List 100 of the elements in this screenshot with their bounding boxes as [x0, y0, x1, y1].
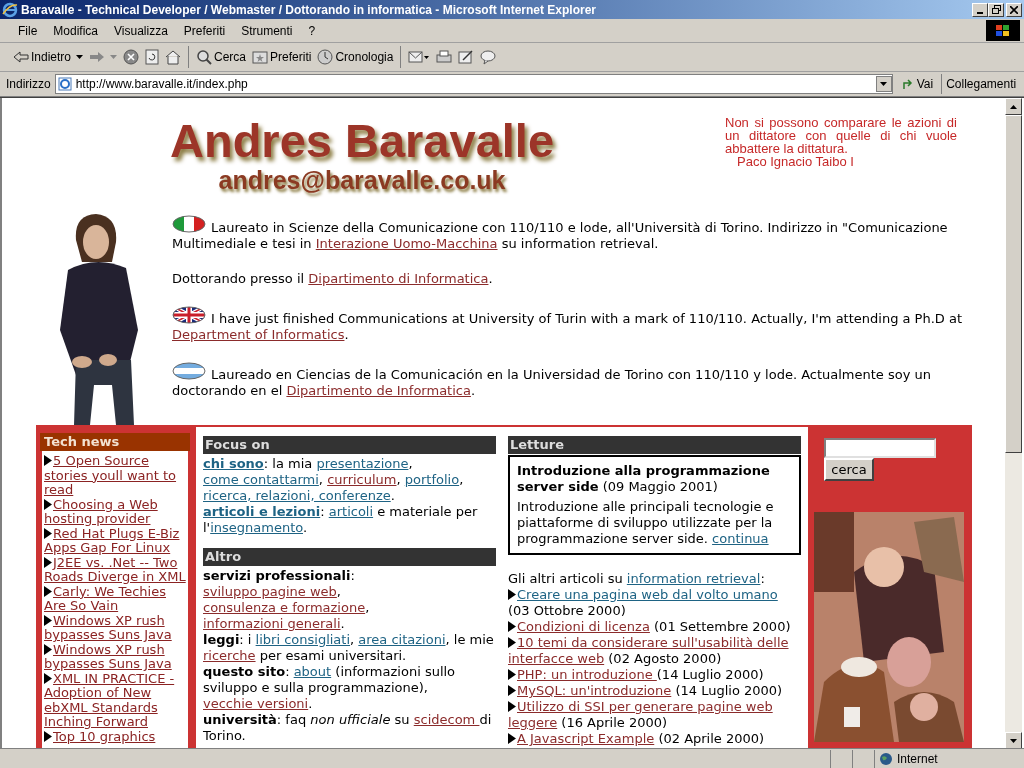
article-link[interactable]: Condizioni di licenza (01 Settembre 2000)	[508, 619, 801, 635]
link[interactable]: Dipartimento di Informatica	[308, 271, 489, 286]
news-link[interactable]: Windows XP rush bypasses Suns Java	[44, 642, 186, 672]
minimize-button[interactable]	[972, 2, 988, 17]
quote-author: Paco Ignacio Taibo I	[736, 155, 855, 168]
link[interactable]: vecchie versioni	[203, 696, 309, 711]
link[interactable]: about	[293, 664, 332, 679]
article-link[interactable]: Creare una pagina web dal volto umano (03 Ottobre 2000)	[508, 587, 801, 619]
go-button[interactable]: Vai	[900, 75, 934, 93]
home-icon	[165, 49, 182, 65]
triangle-icon	[508, 669, 516, 680]
site-title: Andres Baravalle	[170, 116, 555, 166]
links-button[interactable]: Collegamenti	[946, 75, 1017, 93]
link[interactable]: area citazioni	[358, 632, 446, 647]
minimize-icon	[977, 11, 983, 14]
link[interactable]: Interazione Uomo-Macchina	[315, 236, 498, 251]
link[interactable]: libri consigliati	[255, 632, 351, 647]
section-header: Letture	[508, 436, 801, 454]
bio-paragraph: Laureato in Scienze della Comunicazione con 110/110 e lode, all'Università di Torino. Indirizzo in "Comunicazione Multimediale e tesi in Interazione Uomo-Macchina su information retrieval.	[172, 215, 967, 252]
link[interactable]: chi sono	[203, 456, 264, 471]
history-button[interactable]: Cronologia	[314, 45, 397, 69]
menu-item[interactable]: File	[10, 21, 46, 40]
link[interactable]: scidecom	[413, 712, 480, 727]
link[interactable]: sviluppo pagine web	[203, 584, 337, 599]
triangle-icon	[44, 498, 52, 510]
triangle-icon	[44, 730, 52, 742]
close-icon	[1010, 5, 1018, 14]
maximize-button[interactable]	[988, 2, 1004, 17]
browser-icon	[2, 1, 18, 18]
news-link[interactable]: 5 Open Source stories youll want to read	[44, 454, 186, 498]
speech-bubble-icon	[480, 49, 497, 65]
maximize-icon	[991, 5, 1001, 14]
link[interactable]: information retrieval	[626, 571, 761, 586]
address-field[interactable]: http://www.baravalle.it/index.php	[54, 74, 893, 94]
bio-paragraph: I have just finished Communications at University of Turin with a mark of 110/110. Actually, I'm attending a Ph.D at Department of Informatics.	[172, 306, 967, 343]
flag-icon	[172, 362, 206, 380]
flag-icon	[172, 306, 206, 324]
scroll-thumb[interactable]	[1005, 115, 1022, 453]
news-link[interactable]: Carly: We Techies Are So Vain	[44, 584, 186, 614]
section-header: Altro	[203, 548, 496, 566]
news-link[interactable]: Windows XP rush bypasses Suns Java	[44, 613, 186, 643]
caret-icon	[76, 55, 84, 59]
triangle-icon	[44, 585, 52, 597]
news-link[interactable]: Top 10 graphics	[44, 729, 186, 744]
article-link[interactable]: MySQL: un'introduzione (14 Luglio 2000)	[508, 683, 801, 699]
link[interactable]: articoli e lezioni	[203, 504, 321, 519]
security-zone: Internet	[897, 750, 938, 768]
link[interactable]: continua	[712, 531, 769, 546]
link[interactable]: consulenza e formazione	[203, 600, 366, 615]
search-button[interactable]: cerca	[824, 458, 874, 481]
bio-paragraph: Laureado en Ciencias de la Comunicación en la Universidad de Torino con 110/110 y lode. Actualmente soy un doctorando en el Dipartimento de Informatica.	[172, 362, 967, 399]
link[interactable]: Department of Informatics	[172, 327, 345, 342]
triangle-icon	[508, 637, 516, 648]
triangle-icon	[44, 455, 52, 466]
news-link[interactable]: Red Hat Plugs E-Biz Apps Gap For Linux	[44, 526, 186, 556]
scroll-up-button[interactable]	[1005, 98, 1022, 115]
search-icon	[196, 49, 213, 65]
article-link[interactable]: PHP: un introduzione (14 Luglio 2000)	[508, 667, 801, 683]
link[interactable]: articoli	[328, 504, 374, 519]
search-button[interactable]: Cerca	[193, 45, 250, 69]
link[interactable]: curriculum	[327, 472, 397, 487]
article-link[interactable]: Utilizzo di SSI per generare pagine web leggere (16 Aprile 2000)	[508, 699, 801, 731]
favorites-button[interactable]: Preferiti	[249, 45, 315, 69]
menu-item[interactable]: Preferiti	[175, 21, 234, 40]
link[interactable]: informazioni generali	[203, 616, 341, 631]
paragraph: università: faq non ufficiale su scidecom di Torino.	[203, 712, 493, 744]
link[interactable]: Dipartimento de Informatica	[286, 383, 471, 398]
link[interactable]: insegnamento	[210, 520, 303, 535]
paragraph: questo sito: about (informazioni sullo sviluppo e sulla programmazione), vecchie versioni.	[203, 664, 457, 712]
printer-icon	[436, 49, 453, 65]
article-title: Introduzione alla programmazione server side (09 Maggio 2001)	[517, 463, 771, 495]
link[interactable]: presentazione	[316, 456, 409, 471]
paragraph: articoli e lezioni: articoli e materiale per l'insegnamento.	[203, 504, 479, 536]
news-link[interactable]: J2EE vs. .Net -- Two Roads Diverge in XML	[44, 555, 186, 585]
close-button[interactable]	[1006, 2, 1022, 17]
paragraph: leggi: i libri consigliati, area citazioni, le mie ricerche per esami universitari.	[203, 632, 495, 664]
triangle-icon	[508, 589, 516, 600]
back-button[interactable]: Indietro	[10, 45, 87, 69]
link[interactable]: ricerca, relazioni, conferenze	[203, 488, 391, 503]
email-heading: andres@baravalle.co.uk	[218, 166, 506, 194]
news-link[interactable]: XML IN PRACTICE - Adoption of New ebXML Standards Inching Forward	[44, 671, 186, 730]
address-label: Indirizzo	[6, 76, 51, 93]
globe-icon	[879, 751, 893, 766]
dropdown-caret-icon[interactable]	[880, 82, 888, 86]
triangle-icon	[508, 701, 516, 712]
triangle-icon	[44, 643, 52, 655]
menu-item[interactable]: Visualizza	[106, 21, 176, 40]
menu-item[interactable]: Modifica	[45, 21, 107, 40]
link[interactable]: come contattarmi	[203, 472, 319, 487]
news-link[interactable]: Choosing a Web hosting provider	[44, 497, 186, 527]
article-link[interactable]: A Javascript Example (02 Aprile 2000)	[508, 731, 801, 747]
search-field[interactable]	[824, 438, 936, 458]
triangle-icon	[44, 672, 52, 684]
section-header: Tech news	[40, 433, 190, 451]
menu-item[interactable]: Strumenti	[233, 21, 301, 40]
link[interactable]: ricerche	[203, 648, 256, 663]
triangle-icon	[508, 733, 516, 744]
logo-icon	[986, 20, 1020, 41]
menu-item[interactable]: ?	[300, 21, 324, 40]
article-link[interactable]: 10 temi da considerare sull'usabilità delle interfacce web (02 Agosto 2000)	[508, 635, 801, 667]
